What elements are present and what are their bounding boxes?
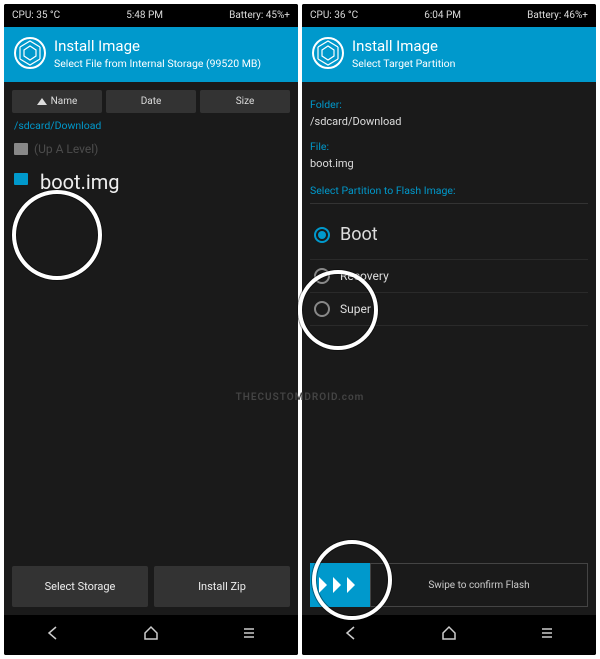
folder-value: /sdcard/Download — [310, 115, 588, 128]
sort-name-label: Name — [51, 96, 78, 107]
nav-bar — [4, 615, 298, 655]
page-title: Install Image — [352, 37, 455, 55]
sort-date-button[interactable]: Date — [106, 90, 196, 113]
partition-label: Recovery — [340, 269, 389, 283]
partition-label: Super — [340, 302, 371, 316]
nav-menu-icon[interactable] — [240, 624, 258, 646]
partition-option-super[interactable]: Super — [310, 293, 588, 326]
screen-right: CPU: 36 °C 6:04 PM Battery: 46%+ Install… — [302, 4, 596, 655]
page-subtitle: Select Target Partition — [352, 57, 455, 70]
status-time: 5:48 PM — [126, 10, 163, 21]
folder-up-label: (Up A Level) — [34, 142, 98, 156]
status-cpu: CPU: 35 °C — [12, 10, 60, 21]
page-title: Install Image — [54, 37, 261, 55]
radio-icon — [314, 268, 330, 284]
nav-home-icon[interactable] — [142, 624, 160, 646]
swipe-confirm[interactable]: Swipe to confirm Flash — [302, 563, 596, 615]
file-row-boot[interactable]: boot.img — [12, 160, 290, 198]
nav-back-icon[interactable] — [342, 624, 360, 646]
swipe-handle-icon[interactable] — [310, 563, 370, 607]
partition-option-recovery[interactable]: Recovery — [310, 260, 588, 293]
status-cpu: CPU: 36 °C — [310, 10, 358, 21]
partition-selector: Folder: /sdcard/Download File: boot.img … — [302, 82, 596, 563]
sort-size-label: Size — [236, 96, 255, 107]
radio-icon — [314, 301, 330, 317]
partition-label: Boot — [340, 224, 378, 245]
status-battery: Battery: 45%+ — [229, 10, 290, 21]
folder-icon — [14, 143, 28, 155]
screen-left: CPU: 35 °C 5:48 PM Battery: 45%+ Install… — [4, 4, 298, 655]
sort-date-label: Date — [141, 96, 162, 107]
nav-home-icon[interactable] — [440, 624, 458, 646]
twrp-logo-icon — [14, 37, 46, 69]
install-zip-label: Install Zip — [198, 580, 246, 593]
page-subtitle: Select File from Internal Storage (99520… — [54, 57, 261, 70]
status-bar: CPU: 36 °C 6:04 PM Battery: 46%+ — [302, 4, 596, 27]
status-bar: CPU: 35 °C 5:48 PM Battery: 45%+ — [4, 4, 298, 27]
select-storage-button[interactable]: Select Storage — [12, 566, 148, 607]
header: Install Image Select Target Partition — [302, 27, 596, 82]
sort-asc-icon — [37, 98, 47, 105]
swipe-track: Swipe to confirm Flash — [370, 563, 588, 607]
nav-menu-icon[interactable] — [538, 624, 556, 646]
file-value: boot.img — [310, 157, 588, 170]
status-time: 6:04 PM — [424, 10, 461, 21]
file-label: File: — [310, 140, 588, 153]
folder-up-row[interactable]: (Up A Level) — [12, 138, 290, 160]
file-icon — [14, 173, 28, 185]
radio-icon — [314, 227, 330, 243]
nav-bar — [302, 615, 596, 655]
install-zip-button[interactable]: Install Zip — [154, 566, 290, 607]
file-browser: Name Date Size /sdcard/Download (Up A Le… — [4, 82, 298, 566]
sort-size-button[interactable]: Size — [200, 90, 290, 113]
select-storage-label: Select Storage — [45, 580, 116, 593]
select-partition-label: Select Partition to Flash Image: — [310, 184, 588, 197]
sort-name-button[interactable]: Name — [12, 90, 102, 113]
partition-option-boot[interactable]: Boot — [310, 210, 588, 260]
nav-back-icon[interactable] — [44, 624, 62, 646]
header: Install Image Select File from Internal … — [4, 27, 298, 82]
current-path: /sdcard/Download — [12, 119, 290, 132]
twrp-logo-icon — [312, 37, 344, 69]
folder-label: Folder: — [310, 98, 588, 111]
swipe-label: Swipe to confirm Flash — [428, 580, 529, 591]
file-label: boot.img — [34, 164, 120, 194]
status-battery: Battery: 46%+ — [527, 10, 588, 21]
